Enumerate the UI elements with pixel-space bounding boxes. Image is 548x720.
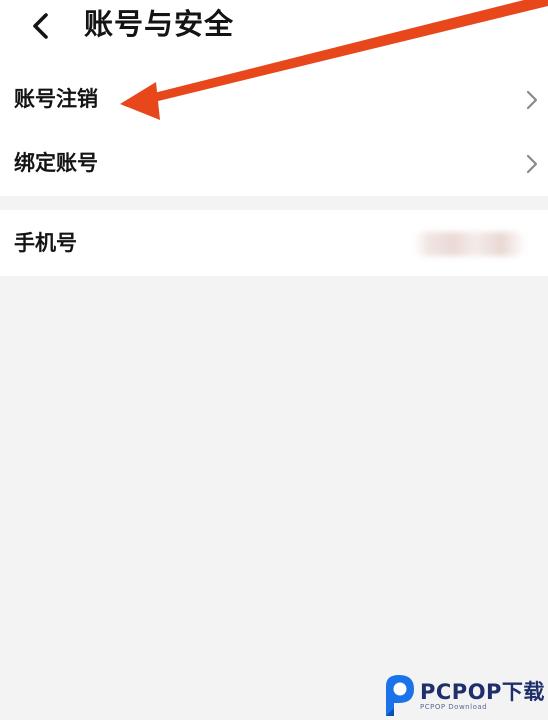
pcpop-watermark: PCPOP下载 PCPOP Download [380,672,548,718]
watermark-sub: PCPOP Download [420,703,488,711]
phone-value-redacted [414,232,526,256]
settings-row-label: 手机号 [14,231,77,255]
pcpop-logo-icon [386,675,414,716]
settings-row-label: 绑定账号 [14,151,98,175]
settings-group-phone: 手机号 [0,210,548,276]
chevron-left-icon [33,13,48,39]
settings-group-account: 账号注销 绑定账号 [0,62,548,196]
chevron-right-icon [524,88,540,112]
back-button[interactable] [22,6,62,46]
chevron-right-icon [524,152,540,176]
watermark-brand: PCPOP下载 [420,680,545,704]
app-header: 账号与安全 [0,0,548,62]
page-title: 账号与安全 [84,7,235,41]
settings-row-account-cancellation[interactable]: 账号注销 [0,66,548,132]
settings-row-bind-account[interactable]: 绑定账号 [0,130,548,196]
settings-row-phone-number[interactable]: 手机号 [0,210,548,276]
settings-row-label: 账号注销 [14,87,98,111]
